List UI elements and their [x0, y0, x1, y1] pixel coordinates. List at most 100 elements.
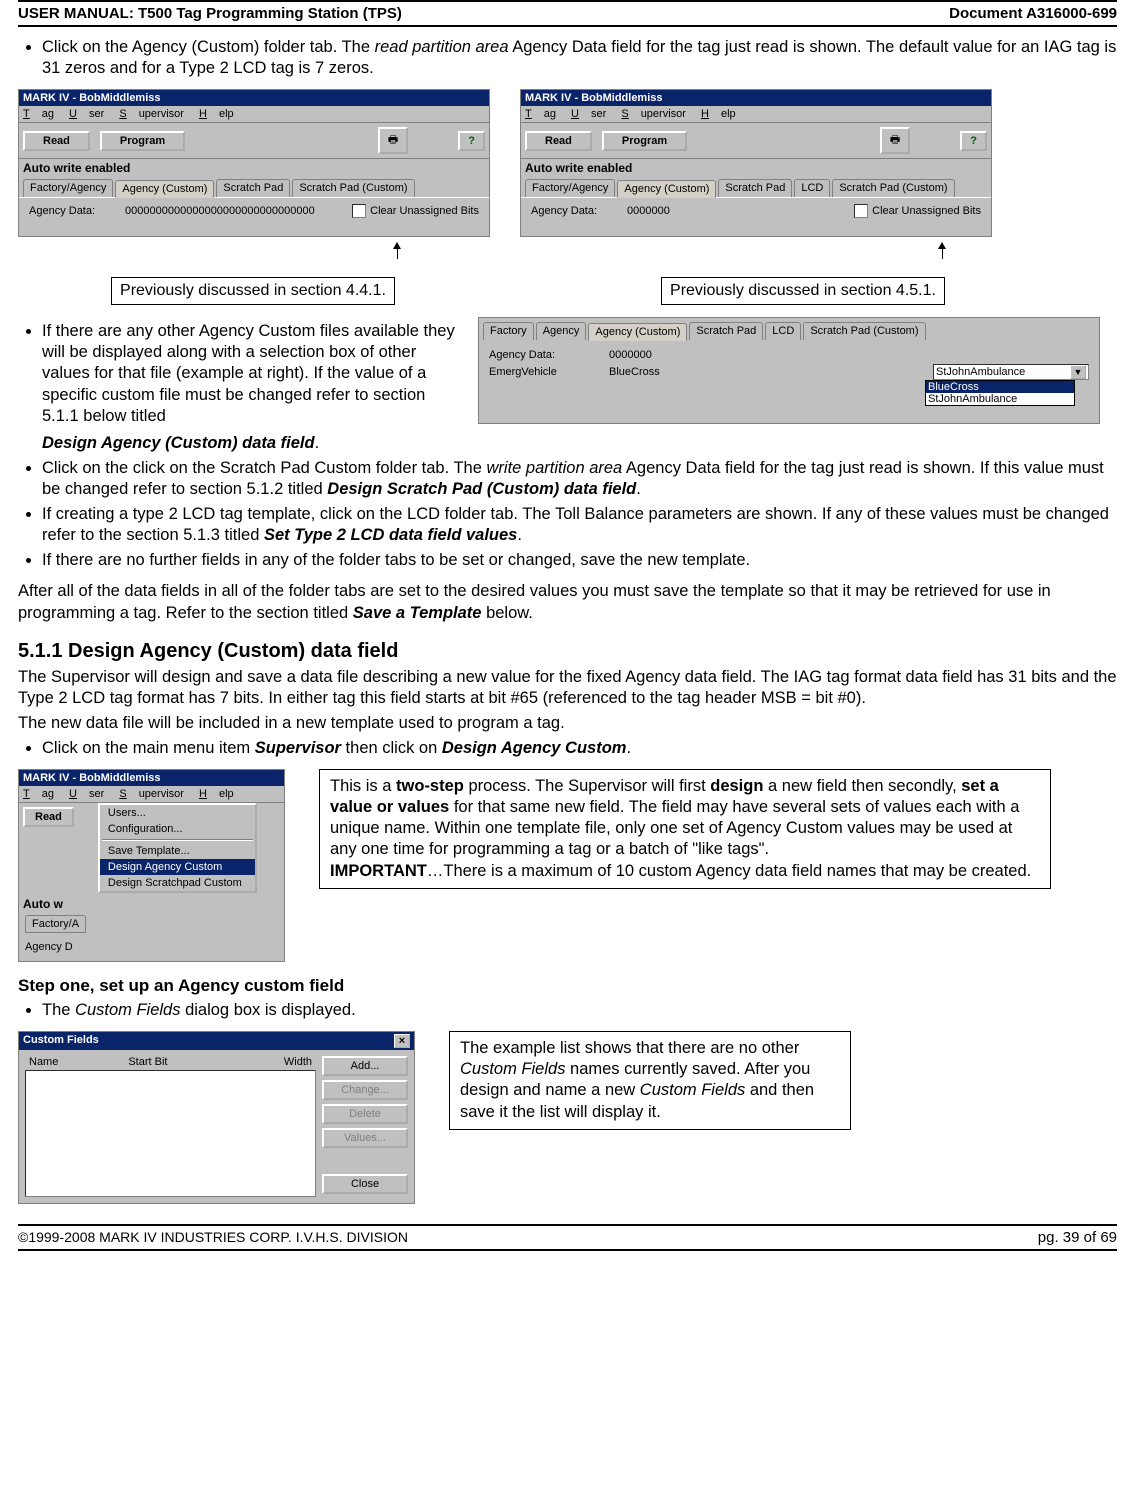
- tab-scratch-pad-custom[interactable]: Scratch Pad (Custom): [832, 179, 954, 197]
- emerg-vehicle-dropdown[interactable]: StJohnAmbulance ▼: [933, 364, 1089, 380]
- custom-fields-list[interactable]: [25, 1070, 316, 1197]
- tab-scratch-pad[interactable]: Scratch Pad: [216, 179, 290, 197]
- emerg-vehicle-label: EmergVehicle: [489, 366, 579, 378]
- bullet-1: Click on the Agency (Custom) folder tab.…: [42, 37, 1117, 79]
- header-left: USER MANUAL: T500 Tag Programming Statio…: [18, 5, 402, 22]
- menu-bar: Tag User Supervisor Help: [521, 106, 991, 123]
- menu-help[interactable]: Help: [701, 108, 736, 120]
- values-button: Values...: [322, 1128, 408, 1148]
- menu-item-users[interactable]: Users...: [100, 805, 255, 821]
- app-window-iag: MARK IV - BobMiddlemiss TTagag User Supe…: [18, 89, 490, 237]
- menu-item-save-template[interactable]: Save Template...: [100, 843, 255, 859]
- menu-item-config[interactable]: Configuration...: [100, 821, 255, 837]
- dropdown-list[interactable]: BlueCross StJohnAmbulance: [925, 380, 1075, 406]
- bullet-7: The Custom Fields dialog box is displaye…: [42, 1000, 1117, 1021]
- footer-left: ©1999-2008 MARK IV INDUSTRIES CORP. I.V.…: [18, 1229, 408, 1246]
- tab-scratch-pad[interactable]: Scratch Pad: [718, 179, 792, 197]
- help-icon[interactable]: ?: [960, 131, 987, 151]
- menu-help[interactable]: Help: [199, 788, 234, 800]
- col-width: Width: [284, 1056, 312, 1068]
- agency-data-label: Agency Data:: [29, 205, 95, 217]
- tab-lcd[interactable]: LCD: [765, 322, 801, 340]
- agency-data-label: Agency Data:: [489, 349, 579, 361]
- auto-write-label: Auto write enabled: [19, 159, 489, 177]
- window-title: MARK IV - BobMiddlemiss: [19, 770, 284, 786]
- agency-data-value-7: 0000000: [627, 205, 670, 217]
- print-icon[interactable]: 🖶: [880, 127, 910, 154]
- dropdown-option-stjohn[interactable]: StJohnAmbulance: [926, 393, 1074, 405]
- clear-unassigned-checkbox[interactable]: Clear Unassigned Bits: [854, 204, 981, 218]
- tab-agency[interactable]: Agency: [536, 322, 587, 340]
- tab-lcd[interactable]: LCD: [794, 179, 830, 197]
- tab-agency-custom[interactable]: Agency (Custom): [617, 180, 716, 198]
- menu-bar: TTagag User Supervisor Help: [19, 106, 489, 123]
- window-title: MARK IV - BobMiddlemiss: [521, 90, 991, 106]
- menu-help[interactable]: Help: [199, 108, 234, 120]
- col-name: Name: [29, 1056, 58, 1068]
- agency-data-label: Agency Data:: [531, 205, 597, 217]
- col-start-bit: Start Bit: [128, 1056, 167, 1068]
- menu-bar: Tag User Supervisor Help: [19, 786, 284, 803]
- program-button[interactable]: Program: [100, 131, 185, 151]
- supervisor-menu-window: MARK IV - BobMiddlemiss Tag User Supervi…: [18, 769, 285, 962]
- delete-button: Delete: [322, 1104, 408, 1124]
- change-button: Change...: [322, 1080, 408, 1100]
- emerg-vehicle-value: BlueCross: [609, 366, 660, 378]
- sec511-p2: The new data file will be included in a …: [18, 713, 1117, 734]
- menu-supervisor[interactable]: Supervisor: [119, 788, 184, 800]
- callout-441: Previously discussed in section 4.4.1.: [111, 277, 395, 305]
- supervisor-menu-popup: Users... Configuration... Save Template.…: [98, 803, 257, 893]
- bullet-5: If there are no further fields in any of…: [42, 550, 1117, 571]
- chevron-down-icon[interactable]: ▼: [1070, 365, 1086, 379]
- callout-451: Previously discussed in section 4.5.1.: [661, 277, 945, 305]
- heading-step1: Step one, set up an Agency custom field: [18, 976, 1117, 996]
- page-footer: ©1999-2008 MARK IV INDUSTRIES CORP. I.V.…: [18, 1224, 1117, 1251]
- tab-factory-agency[interactable]: Factory/Agency: [525, 179, 615, 197]
- help-icon[interactable]: ?: [458, 131, 485, 151]
- bullet-2: If there are any other Agency Custom fil…: [42, 321, 458, 427]
- custom-fields-info-box: The example list shows that there are no…: [449, 1031, 851, 1129]
- app-window-lcd: MARK IV - BobMiddlemiss Tag User Supervi…: [520, 89, 992, 237]
- close-icon[interactable]: ×: [394, 1034, 410, 1048]
- read-button[interactable]: Read: [525, 131, 592, 151]
- footer-right: pg. 39 of 69: [1038, 1229, 1117, 1246]
- program-button[interactable]: Program: [602, 131, 687, 151]
- after-bullets-para: After all of the data fields in all of t…: [18, 581, 1117, 623]
- tab-scratch-pad-custom[interactable]: Scratch Pad (Custom): [292, 179, 414, 197]
- heading-511: 5.1.1 Design Agency (Custom) data field: [18, 640, 1117, 663]
- menu-item-design-agency[interactable]: Design Agency Custom: [100, 859, 255, 875]
- tab-agency-custom[interactable]: Agency (Custom): [115, 180, 214, 198]
- tab-scratch-pad-custom[interactable]: Scratch Pad (Custom): [803, 322, 925, 340]
- print-icon[interactable]: 🖶: [378, 127, 408, 154]
- menu-user[interactable]: User: [69, 108, 104, 120]
- read-button[interactable]: Read: [23, 807, 74, 827]
- menu-supervisor[interactable]: Supervisor: [621, 108, 686, 120]
- tab-factory[interactable]: Factory: [483, 322, 534, 340]
- menu-supervisor[interactable]: Supervisor: [119, 108, 184, 120]
- dropdown-option-bluecross[interactable]: BlueCross: [926, 381, 1074, 393]
- agency-custom-panel: Factory Agency Agency (Custom) Scratch P…: [478, 317, 1100, 424]
- tab-agency-custom[interactable]: Agency (Custom): [588, 323, 687, 341]
- tab-scratch-pad[interactable]: Scratch Pad: [689, 322, 763, 340]
- menu-item-design-scratch[interactable]: Design Scratchpad Custom: [100, 875, 255, 891]
- page-header: USER MANUAL: T500 Tag Programming Statio…: [18, 0, 1117, 27]
- dialog-title: Custom Fields: [23, 1034, 99, 1048]
- add-button[interactable]: Add...: [322, 1056, 408, 1076]
- header-right: Document A316000-699: [949, 5, 1117, 22]
- menu-tag[interactable]: TTagag: [23, 108, 54, 120]
- read-button[interactable]: Read: [23, 131, 90, 151]
- menu-user[interactable]: User: [69, 788, 104, 800]
- bullet-4: If creating a type 2 LCD tag template, c…: [42, 504, 1117, 546]
- bullet-6: Click on the main menu item Supervisor t…: [42, 738, 1117, 759]
- custom-fields-dialog: Custom Fields × Name Start Bit Width Add…: [18, 1031, 415, 1204]
- clear-unassigned-checkbox[interactable]: Clear Unassigned Bits: [352, 204, 479, 218]
- menu-tag[interactable]: Tag: [23, 788, 54, 800]
- agency-data-value-31: 0000000000000000000000000000000: [125, 205, 315, 217]
- sec511-p1: The Supervisor will design and save a da…: [18, 667, 1117, 709]
- menu-user[interactable]: User: [571, 108, 606, 120]
- close-button[interactable]: Close: [322, 1174, 408, 1194]
- tab-factory-agency[interactable]: Factory/Agency: [23, 179, 113, 197]
- menu-tag[interactable]: Tag: [525, 108, 556, 120]
- two-step-info-box: This is a two-step process. The Supervis…: [319, 769, 1051, 889]
- bullet-3: Click on the click on the Scratch Pad Cu…: [42, 458, 1117, 500]
